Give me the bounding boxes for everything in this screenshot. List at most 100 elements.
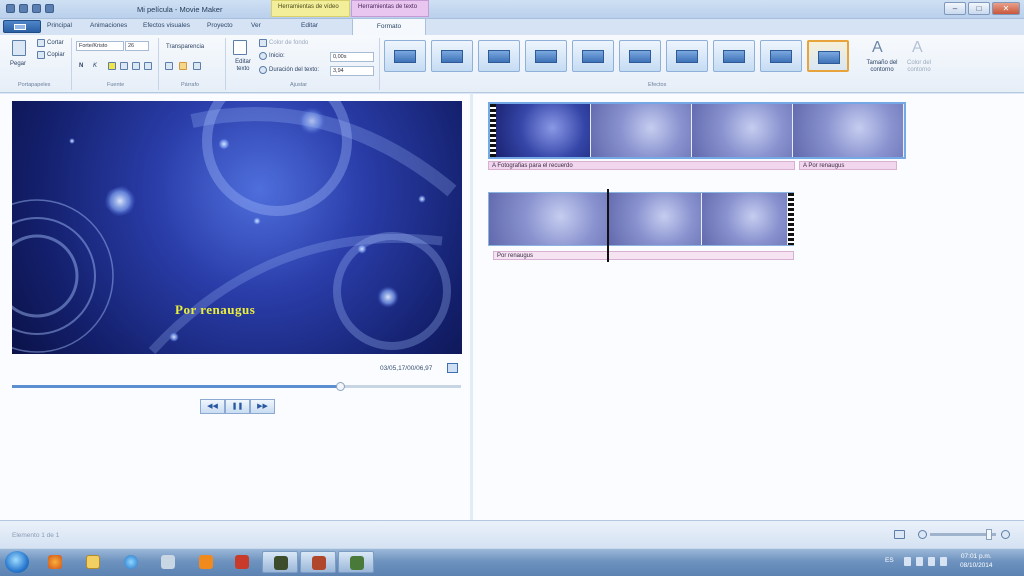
clip-thumbnail [692, 104, 793, 157]
effect-thumbnail-2[interactable] [431, 40, 473, 72]
start-button[interactable] [5, 551, 29, 573]
tab-proyecto[interactable]: Proyecto [207, 22, 233, 29]
next-frame-button[interactable]: ▶▶ [250, 399, 275, 414]
app-icon [161, 555, 175, 569]
effect-thumbnail-3[interactable] [478, 40, 520, 72]
effect-preview-icon [629, 50, 651, 63]
effect-thumbnail-1[interactable] [384, 40, 426, 72]
seek-thumb[interactable] [335, 382, 345, 391]
undo-icon[interactable] [19, 4, 28, 13]
start-time-icon [259, 52, 267, 60]
font-size-select[interactable]: 26 [125, 41, 149, 51]
effect-thumbnail-10[interactable] [807, 40, 849, 72]
overlay-caption-bar[interactable]: A Por renaugus [799, 161, 897, 170]
cut-button[interactable]: Cortar [47, 40, 64, 46]
ie-taskbar-button[interactable] [116, 551, 146, 573]
app-taskbar-button[interactable] [300, 551, 336, 573]
divider [225, 38, 226, 90]
transparency-button[interactable]: Transparencia [166, 44, 204, 50]
clear-format-icon[interactable] [144, 62, 152, 70]
effect-thumbnail-9[interactable] [760, 40, 802, 72]
font-color-icon[interactable] [108, 62, 116, 70]
volume-icon[interactable] [940, 557, 947, 566]
app-icon [274, 556, 288, 570]
font-family-select[interactable]: Forte/Kristo [76, 41, 124, 51]
playhead[interactable] [607, 189, 609, 262]
adjust-group-label: Ajustar [290, 82, 308, 88]
scissors-icon [37, 39, 45, 47]
start-time-input[interactable]: 0,00s [330, 52, 374, 62]
clock[interactable]: 07:01 p.m. 08/10/2014 [960, 552, 993, 570]
fullscreen-button[interactable] [447, 363, 458, 373]
app-taskbar-button[interactable] [227, 551, 257, 573]
align-left-icon[interactable] [165, 62, 173, 70]
title-caption-bar[interactable]: A Fotografias para el recuerdo [488, 161, 795, 170]
folder-icon [86, 555, 100, 569]
tab-formato[interactable]: Formato [352, 18, 426, 35]
tray-icon[interactable] [904, 557, 911, 566]
edit-text-button[interactable]: Editar texto [232, 59, 254, 73]
firefox-taskbar-button[interactable] [40, 551, 70, 573]
effect-thumbnail-6[interactable] [619, 40, 661, 72]
paste-button[interactable]: Pegar [10, 61, 26, 67]
duration-icon [259, 66, 267, 74]
effects-group-label: Efectos [648, 82, 667, 88]
app-taskbar-button[interactable] [153, 551, 183, 573]
bold-button[interactable]: N [79, 63, 83, 69]
app-taskbar-button[interactable] [262, 551, 298, 573]
clip-2[interactable] [488, 192, 794, 246]
redo-icon[interactable] [32, 4, 41, 13]
status-bar [0, 520, 1024, 548]
outline-color-button[interactable]: Color del contorno [902, 60, 936, 74]
clip-thumbnail [591, 104, 692, 157]
paste-icon[interactable] [12, 40, 26, 56]
app-taskbar-button[interactable] [191, 551, 221, 573]
file-menu-button[interactable] [3, 20, 41, 33]
pause-button[interactable]: ❚❚ [225, 399, 250, 414]
language-indicator[interactable]: ES [885, 557, 894, 564]
effect-thumbnail-4[interactable] [525, 40, 567, 72]
video-tools-tab[interactable]: Herramientas de vídeo [271, 0, 350, 17]
clip-1[interactable] [488, 102, 906, 159]
italic-button[interactable]: K [93, 63, 97, 69]
copy-button[interactable]: Copiar [47, 52, 65, 58]
align-right-icon[interactable] [193, 62, 201, 70]
text-duration-input[interactable]: 3,94 [330, 66, 374, 76]
background-color-button[interactable]: Color de fondo [269, 40, 308, 46]
shrink-font-icon[interactable] [132, 62, 140, 70]
tab-ver[interactable]: Ver [251, 22, 261, 29]
effect-thumbnail-8[interactable] [713, 40, 755, 72]
thumbnail-size-icon[interactable] [894, 530, 905, 539]
overlay-caption-text: Por renaugus [808, 163, 845, 169]
tray-icon[interactable] [916, 557, 923, 566]
align-center-icon[interactable] [179, 62, 187, 70]
explorer-taskbar-button[interactable] [78, 551, 108, 573]
caption-bar[interactable]: Por renaugus [493, 251, 794, 260]
save-icon[interactable] [6, 4, 15, 13]
maximize-button[interactable]: □ [968, 2, 990, 15]
zoom-in-icon[interactable] [1001, 530, 1010, 539]
network-icon[interactable] [928, 557, 935, 566]
tab-editar[interactable]: Editar [301, 22, 318, 29]
outline-size-button[interactable]: Tamaño del contorno [865, 60, 899, 74]
effect-preview-icon [818, 51, 840, 64]
tab-efectos-visuales[interactable]: Efectos visuales [143, 22, 190, 29]
tab-animaciones[interactable]: Animaciones [90, 22, 127, 29]
divider [379, 38, 380, 90]
edit-text-icon[interactable] [233, 40, 247, 55]
grow-font-icon[interactable] [120, 62, 128, 70]
movie-maker-taskbar-button[interactable] [338, 551, 374, 573]
text-tools-tab[interactable]: Herramientas de texto [351, 0, 429, 17]
zoom-out-icon[interactable] [918, 530, 927, 539]
effect-thumbnail-7[interactable] [666, 40, 708, 72]
effect-thumbnail-5[interactable] [572, 40, 614, 72]
zoom-thumb[interactable] [986, 529, 993, 540]
close-button[interactable]: ✕ [992, 2, 1020, 15]
film-sprocket [788, 193, 794, 245]
copy-icon [37, 51, 45, 59]
movie-maker-icon [350, 556, 364, 570]
customize-icon[interactable] [45, 4, 54, 13]
minimize-button[interactable]: – [944, 2, 966, 15]
tab-principal[interactable]: Principal [47, 22, 72, 29]
previous-frame-button[interactable]: ◀◀ [200, 399, 225, 414]
